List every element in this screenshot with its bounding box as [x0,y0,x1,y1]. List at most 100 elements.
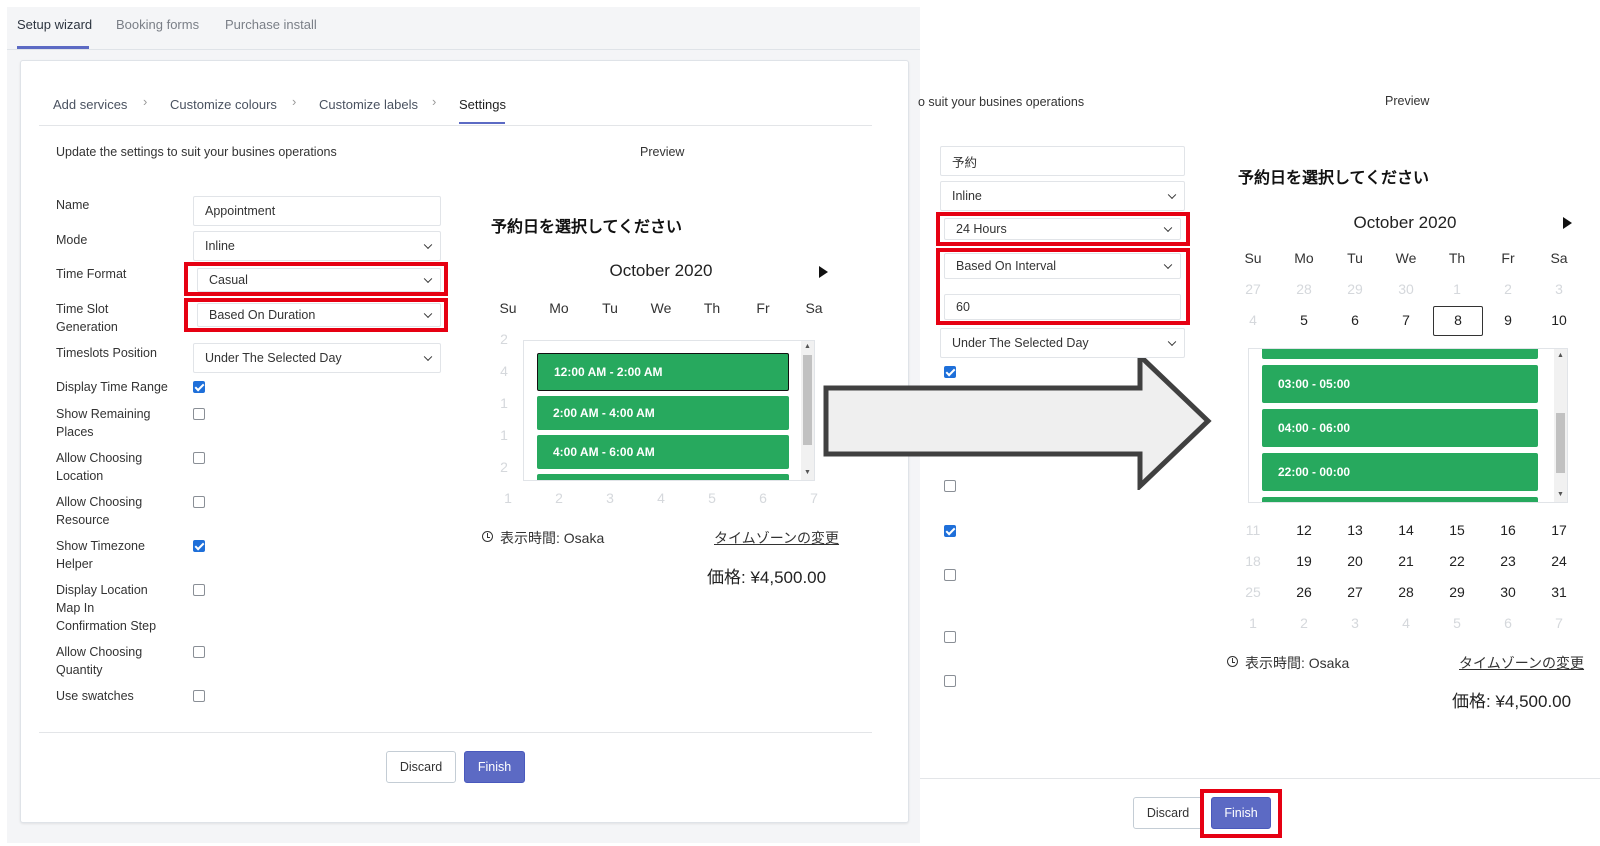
finish-button[interactable]: Finish [464,751,525,783]
use-swatches-checkbox[interactable] [944,675,956,687]
step-customize-labels[interactable]: Customize labels [319,97,418,112]
step-customize-colours[interactable]: Customize colours [170,97,277,112]
calendar-day[interactable]: 5 [1284,312,1324,328]
calendar-day[interactable]: 17 [1539,522,1579,538]
highlight-box [936,248,1190,325]
scrollbar-thumb[interactable] [1556,413,1565,473]
discard-button[interactable]: Discard [386,751,456,783]
timeslot-item[interactable]: 04:00 - 06:00 [1262,409,1538,447]
use-swatches-checkbox[interactable] [193,690,205,702]
calendar-day[interactable]: 6 [1335,312,1375,328]
next-month-icon[interactable] [1563,217,1572,229]
show-timezone-helper-checkbox[interactable] [944,525,956,537]
allow-choosing-resource-checkbox[interactable] [944,480,956,492]
step-add-services[interactable]: Add services [53,97,127,112]
timeslot-list[interactable]: 03:00 - 05:00 04:00 - 06:00 22:00 - 00:0… [1248,348,1568,503]
weekday-label: Tu [602,300,618,316]
tab-booking-forms[interactable]: Booking forms [116,17,199,32]
checkbox-label: Show Timezone Helper [56,539,145,571]
display-location-map-checkbox[interactable] [944,569,956,581]
checkbox-label: Allow Choosing Quantity [56,645,143,677]
allow-choosing-location-checkbox[interactable] [193,452,205,464]
calendar-month: October 2020 [1353,213,1457,232]
step-settings[interactable]: Settings [459,97,506,112]
name-input[interactable]: 予約 [940,146,1185,176]
mode-select[interactable]: Inline [193,231,441,261]
calendar-day[interactable]: 10 [1539,312,1579,328]
mode-label: Mode [56,233,88,247]
calendar-day: 2 [1300,615,1308,631]
chevron-right-icon: › [432,94,437,109]
allow-choosing-resource-checkbox[interactable] [193,496,205,508]
weekday-label: Su [1244,250,1262,266]
calendar-day[interactable]: 21 [1386,553,1426,569]
timeslots-position-select[interactable]: Under The Selected Day [940,328,1185,358]
weekday-label: Fr [756,300,770,316]
calendar-day[interactable]: 15 [1437,522,1477,538]
weekday-label: Sa [1550,250,1568,266]
display-time-range-checkbox[interactable] [944,366,956,378]
footer-divider [920,778,1600,779]
calendar-day[interactable]: 22 [1437,553,1477,569]
allow-choosing-quantity-checkbox[interactable] [944,631,956,643]
scroll-down-icon[interactable]: ▼ [1557,491,1564,498]
calendar-day: 1 [1453,281,1461,297]
calendar-day: 7 [1555,615,1563,631]
show-remaining-places-checkbox[interactable] [193,408,205,420]
timeslot-item[interactable] [537,474,789,480]
name-input[interactable]: Appointment [193,196,441,226]
scrollbar-thumb[interactable] [803,355,812,445]
tab-purchase-install[interactable]: Purchase install [225,17,317,32]
calendar-day[interactable]: 30 [1488,584,1528,600]
timeslot-item[interactable]: 4:00 AM - 6:00 AM [537,435,789,469]
timeslot-item[interactable] [1262,349,1538,359]
display-time-range-checkbox[interactable] [193,381,205,393]
calendar-day[interactable]: 28 [1386,584,1426,600]
timeslot-item[interactable]: 22:00 - 00:00 [1262,453,1538,491]
timeslots-position-value: Under The Selected Day [952,336,1089,350]
calendar-day[interactable]: 14 [1386,522,1426,538]
calendar-heading: 予約日を選択してください [1238,170,1430,187]
timeslots-position-select[interactable]: Under The Selected Day [193,343,441,373]
steps-divider [39,125,872,126]
calendar-day[interactable]: 12 [1284,522,1324,538]
allow-choosing-quantity-checkbox[interactable] [193,646,205,658]
calendar-day[interactable]: 16 [1488,522,1528,538]
calendar-day[interactable]: 9 [1488,312,1528,328]
calendar-day[interactable]: 26 [1284,584,1324,600]
mode-select[interactable]: Inline [940,181,1185,211]
calendar-day[interactable]: 20 [1335,553,1375,569]
calendar-month: October 2020 [609,261,713,280]
calendar-day[interactable]: 31 [1539,584,1579,600]
change-timezone-link[interactable]: タイムゾーンの変更 [714,528,839,548]
scroll-down-icon[interactable]: ▼ [804,469,811,476]
timeslot-item[interactable] [1262,497,1538,502]
scroll-up-icon[interactable]: ▲ [804,343,811,350]
calendar-day: 2 [500,331,508,347]
timeslot-item[interactable]: 12:00 AM - 2:00 AM [537,353,789,391]
change-timezone-link[interactable]: タイムゾーンの変更 [1459,653,1584,673]
calendar-day-selected[interactable]: 8 [1438,312,1478,328]
calendar-day: 4 [500,363,508,379]
display-location-map-checkbox[interactable] [193,584,205,596]
checkbox-label: Use swatches [56,689,134,703]
show-timezone-helper-checkbox[interactable] [193,540,205,552]
calendar-day[interactable]: 7 [1386,312,1426,328]
calendar-day[interactable]: 27 [1335,584,1375,600]
next-month-icon[interactable] [819,266,828,278]
timeslot-item[interactable]: 03:00 - 05:00 [1262,365,1538,403]
calendar-day[interactable]: 13 [1335,522,1375,538]
scroll-up-icon[interactable]: ▲ [1557,352,1564,359]
calendar-day[interactable]: 24 [1539,553,1579,569]
calendar-day: 2 [555,490,563,506]
discard-button[interactable]: Discard [1133,797,1203,829]
tab-setup-wizard[interactable]: Setup wizard [17,17,92,32]
calendar-day[interactable]: 19 [1284,553,1324,569]
arrow-right-icon [823,352,1212,490]
calendar-day[interactable]: 23 [1488,553,1528,569]
timeslot-item[interactable]: 2:00 AM - 4:00 AM [537,396,789,430]
mode-value: Inline [952,189,982,203]
timeslot-list[interactable]: 12:00 AM - 2:00 AM 2:00 AM - 4:00 AM 4:0… [523,340,815,481]
timeslot-label: 22:00 - 00:00 [1278,465,1351,479]
calendar-day[interactable]: 29 [1437,584,1477,600]
